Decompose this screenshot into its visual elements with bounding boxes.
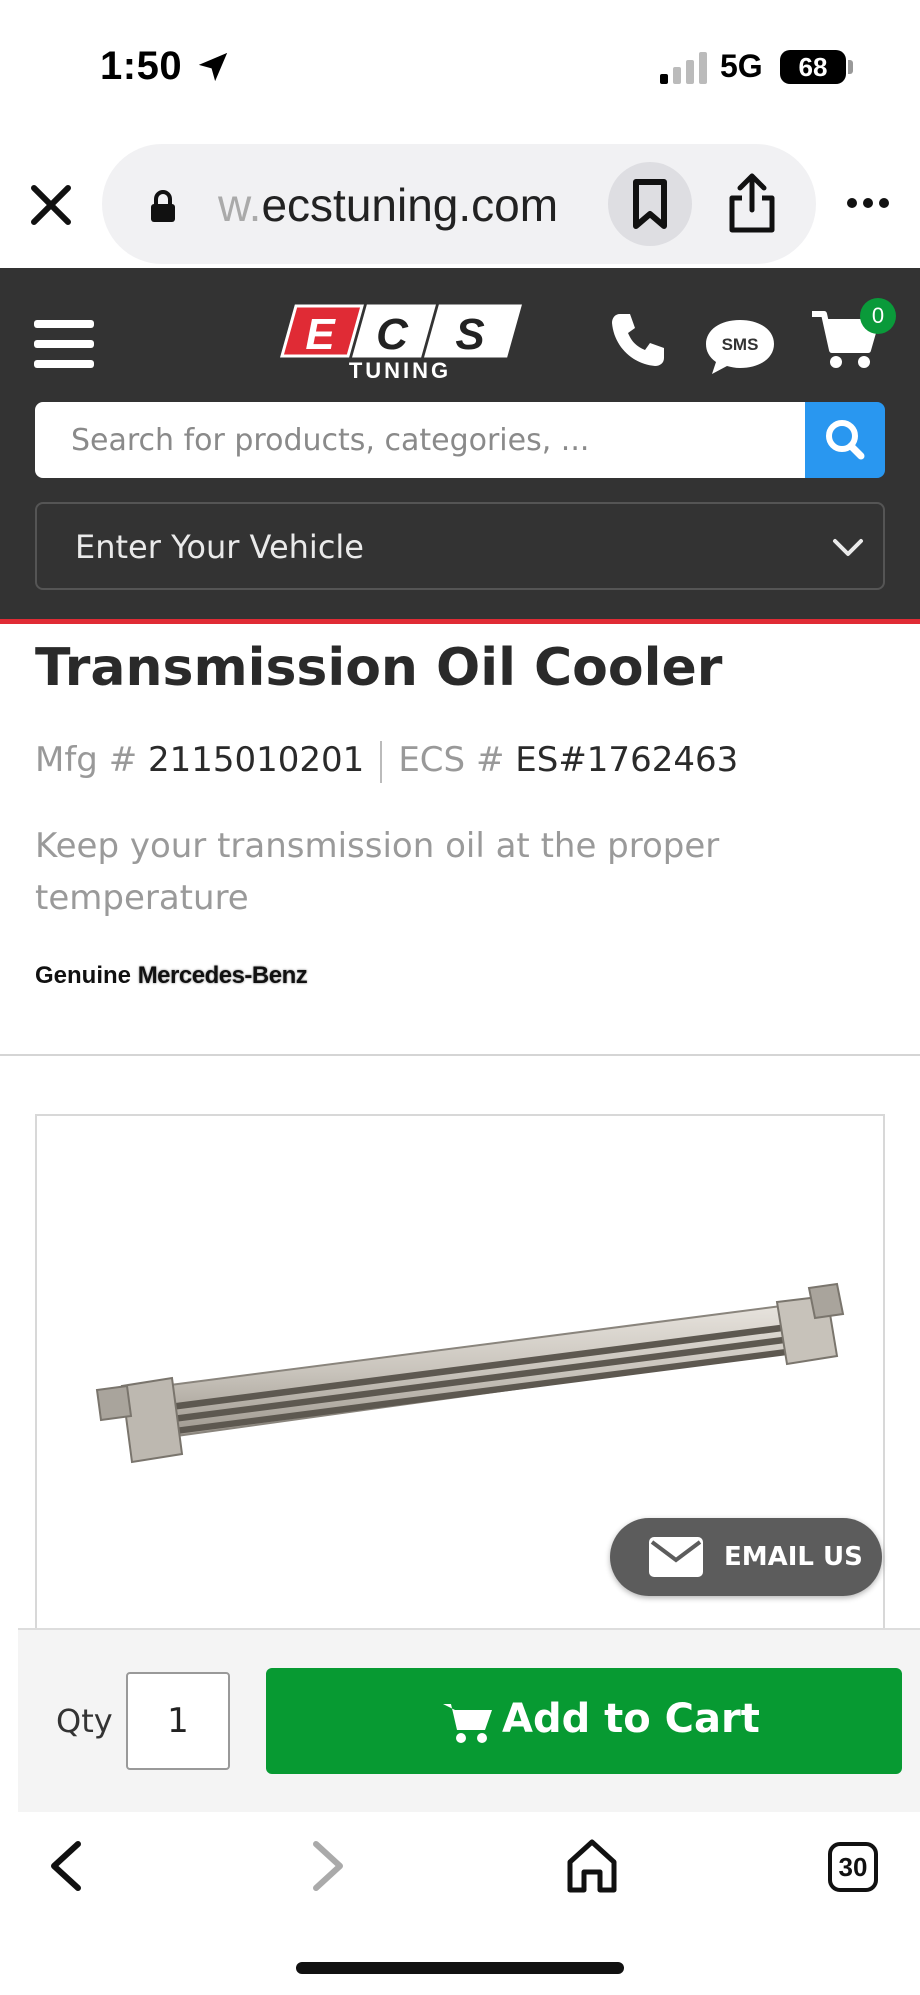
battery-tip: [848, 60, 853, 74]
svg-text:S: S: [455, 310, 484, 359]
part-number-separator: [380, 740, 383, 783]
url-prefix: w.: [218, 179, 262, 231]
network-type: 5G: [720, 48, 763, 84]
back-icon[interactable]: [46, 1838, 86, 1894]
search-input[interactable]: [35, 402, 805, 478]
quantity-input[interactable]: [126, 1672, 230, 1770]
ecs-label: ECS #: [398, 740, 505, 780]
search-icon: [826, 420, 865, 460]
cart-count-badge: 0: [860, 298, 896, 334]
vehicle-select[interactable]: Enter Your Vehicle: [35, 502, 885, 590]
more-icon[interactable]: [846, 196, 890, 210]
cart-icon: [443, 1704, 492, 1743]
status-time: 1:50: [100, 44, 183, 88]
sms-icon[interactable]: SMS: [704, 316, 776, 378]
svg-text:C: C: [376, 310, 409, 359]
home-icon[interactable]: [566, 1838, 618, 1894]
product-description: Keep your transmission oil at the proper…: [35, 826, 720, 918]
share-icon[interactable]: [724, 172, 780, 234]
brand-name[interactable]: Mercedes-Benz: [138, 962, 308, 989]
sms-label: SMS: [722, 335, 759, 354]
email-us-button[interactable]: EMAIL US: [610, 1518, 882, 1596]
svg-text:TUNING: TUNING: [349, 358, 451, 380]
url-text[interactable]: w.ecstuning.com: [218, 178, 598, 232]
battery-icon: 68: [780, 50, 846, 84]
ecs-number: ES#1762463: [515, 740, 739, 780]
mfg-label: Mfg #: [35, 740, 138, 780]
home-indicator: [296, 1962, 624, 1974]
lock-icon: [151, 190, 175, 222]
menu-icon[interactable]: [34, 318, 94, 370]
brand-line: Genuine Mercedes-Benz: [35, 962, 308, 990]
product-title: Transmission Oil Cooler: [35, 638, 723, 698]
mfg-number: 2115010201: [148, 740, 365, 780]
add-to-cart-label: Add to Cart: [502, 1696, 760, 1742]
add-to-cart-button[interactable]: Add to Cart: [266, 1668, 902, 1774]
close-icon[interactable]: [26, 180, 76, 230]
ecs-tuning-logo[interactable]: E C S TUNING: [276, 304, 524, 380]
divider: [0, 1054, 920, 1056]
chevron-down-icon: [833, 539, 863, 556]
tabs-icon[interactable]: 30: [828, 1842, 878, 1892]
bookmark-button[interactable]: [608, 162, 692, 246]
vehicle-select-label: Enter Your Vehicle: [75, 528, 364, 566]
signal-icon: [660, 52, 707, 84]
location-arrow-icon: [198, 52, 228, 82]
phone-icon[interactable]: [608, 310, 668, 370]
forward-icon[interactable]: [308, 1838, 348, 1894]
brand-prefix: Genuine: [35, 962, 132, 989]
bookmark-icon: [633, 179, 667, 229]
email-us-label: EMAIL US: [724, 1542, 863, 1572]
part-numbers: Mfg # 2115010201 ECS # ES#1762463: [35, 740, 738, 783]
email-icon: [649, 1537, 703, 1577]
url-domain: ecstuning.com: [261, 179, 559, 231]
qty-label: Qty: [56, 1702, 113, 1740]
svg-text:E: E: [305, 310, 336, 359]
search-button[interactable]: [805, 402, 885, 478]
